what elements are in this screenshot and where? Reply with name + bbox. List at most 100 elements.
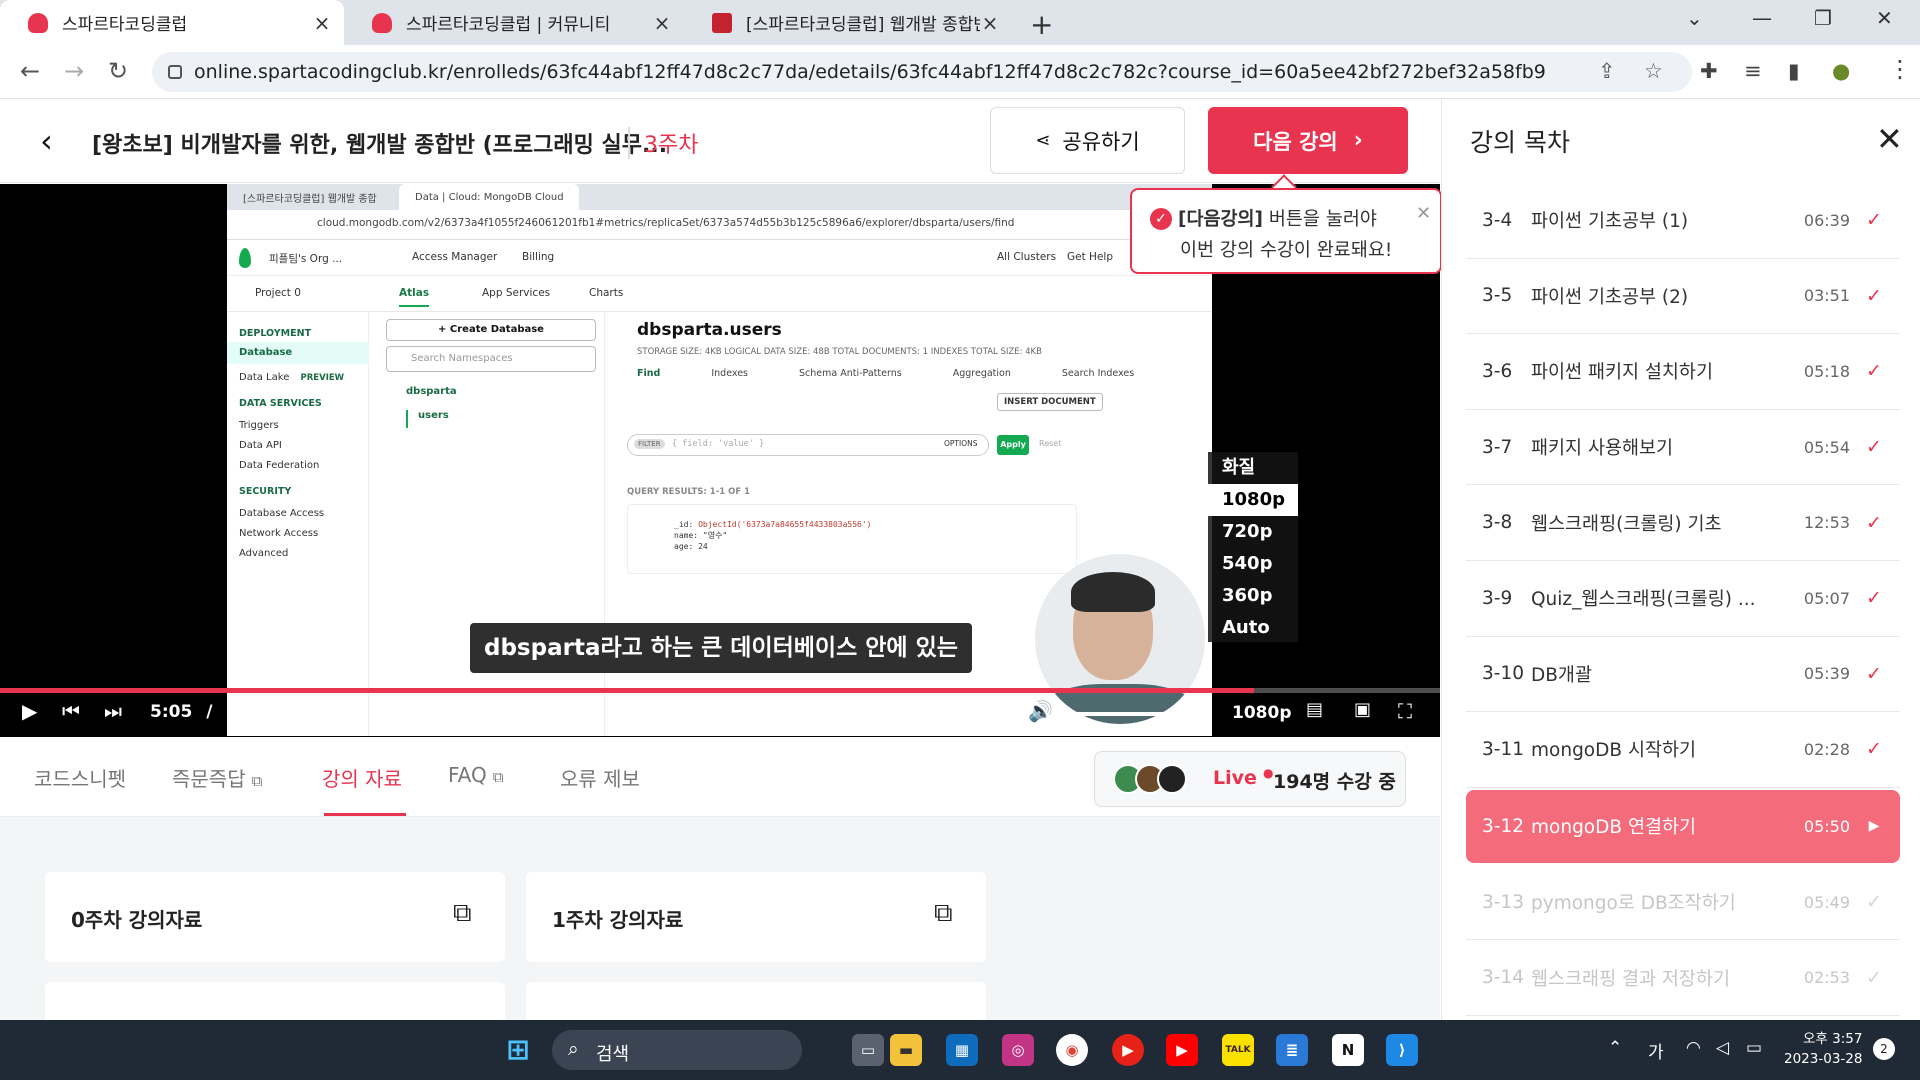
taskbar-search[interactable]: ⌕ 검색 <box>552 1030 802 1070</box>
share-page-icon[interactable]: ⇪ <box>1598 59 1616 83</box>
quality-option-360p[interactable]: 360p <box>1208 580 1298 612</box>
quality-option-540p[interactable]: 540p <box>1208 548 1298 580</box>
material-card[interactable]: 0주차 강의자료 ⧉ <box>45 872 505 962</box>
wifi-icon[interactable]: ◠ <box>1686 1038 1701 1058</box>
close-icon[interactable]: × <box>652 11 672 35</box>
youtube-music-icon[interactable]: ▶ <box>1112 1034 1144 1066</box>
next-icon[interactable]: ⏭ <box>104 699 122 723</box>
lesson-duration: 03:51 <box>1803 286 1850 306</box>
material-card[interactable]: 1주차 강의자료 ⧉ <box>526 872 986 962</box>
quality-option-auto[interactable]: Auto <box>1208 612 1298 644</box>
more-menu-icon[interactable]: ⋮ <box>1888 55 1912 83</box>
volume-slider[interactable] <box>1062 712 1172 716</box>
tray-chevron-icon[interactable]: ⌃ <box>1608 1038 1622 1058</box>
lesson-item[interactable]: 3-4 파이썬 기초공부 (1) 06:39 ✓ <box>1466 183 1900 259</box>
lesson-item[interactable]: 3-14 웹스크래핑 결과 저장하기 02:53 ✓ <box>1466 940 1900 1016</box>
lesson-item[interactable]: 3-5 파이썬 기초공부 (2) 03:51 ✓ <box>1466 259 1900 335</box>
media-queue-icon[interactable]: ≡ <box>1744 59 1762 83</box>
play-icon[interactable]: ▶ <box>22 699 37 723</box>
tab-qna[interactable]: 즉문즉답 ⧉ <box>172 763 262 792</box>
back-arrow-icon[interactable]: ‹ <box>40 122 53 160</box>
file-explorer-icon[interactable]: ▬ <box>890 1034 922 1066</box>
window-close-icon[interactable]: ✕ <box>1876 6 1893 30</box>
playback-speed[interactable]: 1x <box>1188 705 1209 724</box>
quality-button[interactable]: 1080p <box>1232 703 1291 723</box>
tab-faq[interactable]: FAQ ⧉ <box>448 763 503 787</box>
material-card-partial[interactable] <box>45 982 505 1020</box>
browser-tab-community[interactable]: 스파르타코딩클럽 | 커뮤니티 × <box>344 0 684 45</box>
notepad-icon[interactable]: ≣ <box>1276 1034 1308 1066</box>
check-icon: ✓ <box>1866 284 1882 307</box>
fullscreen-icon[interactable]: ⛶ <box>1398 699 1412 723</box>
lesson-title: Quiz_웹스크래핑(크롤링) ... <box>1531 589 1756 611</box>
close-icon[interactable]: × <box>980 11 1000 35</box>
browser-tab-course[interactable]: [스파르타코딩클럽] 웹개발 종합반 × <box>684 0 1012 45</box>
atlas-access-manager: Access Manager <box>412 251 498 263</box>
atlas-all-clusters: All Clusters <box>997 251 1057 263</box>
notion-icon[interactable]: N <box>1332 1034 1364 1066</box>
material-card-partial[interactable] <box>526 982 986 1020</box>
address-bar[interactable]: online.spartacodingclub.kr/enrolleds/63f… <box>152 52 1692 92</box>
windows-taskbar: ⊞ ⌕ 검색 ▭ ▬ ▦ ◎ ◉ ▶ ▶ TALK ≣ N ⟩ ⌃ 가 ◠ ◁ … <box>0 1020 1920 1080</box>
tab-code-snippet[interactable]: 코드스니펫 <box>34 763 126 792</box>
quality-option-720p[interactable]: 720p <box>1208 516 1298 548</box>
lesson-duration: 05:07 <box>1803 588 1850 608</box>
tooltip-close-icon[interactable]: ✕ <box>1416 198 1431 229</box>
tab-lecture-materials[interactable]: 강의 자료 <box>322 763 402 792</box>
ms-store-icon[interactable]: ▦ <box>946 1034 978 1066</box>
speaker-icon[interactable]: ◁ <box>1716 1038 1729 1058</box>
browser-tab-spartacodingclub[interactable]: 스파르타코딩클럽 × <box>0 0 344 45</box>
lesson-item[interactable]: 3-10 DB개괄 05:39 ✓ <box>1466 637 1900 713</box>
battery-icon[interactable]: ▭ <box>1746 1038 1762 1058</box>
tab-error-report[interactable]: 오류 제보 <box>560 763 640 792</box>
chrome-icon[interactable]: ◉ <box>1056 1034 1088 1066</box>
previous-icon[interactable]: ⏮ <box>62 699 80 723</box>
apply-button: Apply <box>997 435 1029 455</box>
lesson-item[interactable]: 3-7 패키지 사용해보기 05:54 ✓ <box>1466 410 1900 486</box>
check-icon: ✓ <box>1866 209 1882 232</box>
extensions-puzzle-icon[interactable]: ✚ <box>1700 59 1718 83</box>
bookmark-star-icon[interactable]: ☆ <box>1644 59 1663 83</box>
notification-badge[interactable]: 2 <box>1873 1038 1895 1060</box>
reload-icon[interactable]: ↻ <box>108 57 128 85</box>
lesson-item[interactable]: 3-13 pymongo로 DB조작하기 05:49 ✓ <box>1466 865 1900 941</box>
lesson-number: 3-4 <box>1482 209 1513 231</box>
close-icon[interactable]: × <box>312 11 332 35</box>
sidebar-close-icon[interactable]: ✕ <box>1876 120 1903 158</box>
lesson-number: 3-7 <box>1482 436 1513 458</box>
ime-indicator[interactable]: 가 <box>1648 1038 1664 1063</box>
lesson-item[interactable]: 3-11 mongoDB 시작하기 02:28 ✓ <box>1466 712 1900 788</box>
tab-search-chevron-icon[interactable]: ⌄ <box>1686 6 1703 30</box>
volume-icon[interactable]: 🔊 <box>1028 699 1053 723</box>
restore-icon[interactable]: ❐ <box>1814 6 1832 30</box>
external-link-icon: ⧉ <box>492 768 504 786</box>
windows-start-icon[interactable]: ⊞ <box>502 1034 534 1066</box>
quality-option-1080p[interactable]: 1080p <box>1208 484 1298 516</box>
browser-toolbar: ← → ↻ online.spartacodingclub.kr/enrolle… <box>0 45 1920 99</box>
taskbar-clock[interactable]: 오후 3:57 2023-03-28 <box>1784 1029 1862 1069</box>
miniplayer-icon[interactable]: ▣ <box>1354 699 1371 720</box>
task-view-icon[interactable]: ▭ <box>852 1034 884 1066</box>
back-icon[interactable]: ← <box>20 57 40 85</box>
side-panel-icon[interactable]: ▮ <box>1788 59 1800 83</box>
lesson-item[interactable]: 3-9 Quiz_웹스크래핑(크롤링) ... 05:07 ✓ <box>1466 561 1900 637</box>
lesson-number: 3-8 <box>1482 512 1513 534</box>
minimize-icon[interactable]: — <box>1752 6 1772 30</box>
instagram-icon[interactable]: ◎ <box>1002 1034 1034 1066</box>
kakaotalk-icon[interactable]: TALK <box>1222 1034 1254 1066</box>
new-tab-plus-icon[interactable]: + <box>1030 8 1053 41</box>
tooltip-text: 버튼을 눌러야 <box>1263 209 1377 230</box>
next-lesson-button[interactable]: 다음 강의 › <box>1208 107 1408 174</box>
lock-icon <box>168 65 182 79</box>
share-button[interactable]: ⋖ 공유하기 <box>990 107 1185 174</box>
profile-avatar-icon[interactable]: ● <box>1832 59 1850 83</box>
forward-icon[interactable]: → <box>64 57 84 85</box>
tooltip-line-2: 이번 강의 수강이 완료돼요! <box>1180 240 1393 261</box>
lesson-item[interactable]: 3-12 mongoDB 연결하기 05:50 ▶ <box>1466 789 1900 863</box>
doc-id-key: _id: <box>674 520 699 529</box>
vscode-icon[interactable]: ⟩ <box>1386 1034 1418 1066</box>
lesson-item[interactable]: 3-8 웹스크래핑(크롤링) 기초 12:53 ✓ <box>1466 485 1900 561</box>
subtitles-icon[interactable]: ▤ <box>1306 699 1323 720</box>
lesson-item[interactable]: 3-6 파이썬 패키지 설치하기 05:18 ✓ <box>1466 334 1900 410</box>
youtube-icon[interactable]: ▶ <box>1166 1034 1198 1066</box>
